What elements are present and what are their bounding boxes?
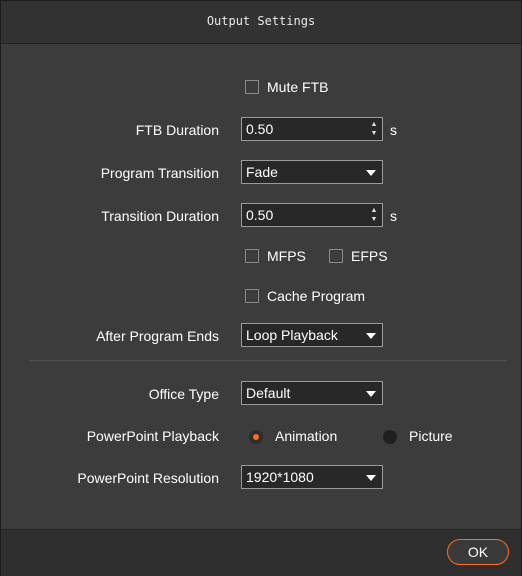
program-transition-label: Program Transition [100, 165, 219, 181]
cache-program-checkbox[interactable] [245, 289, 259, 303]
powerpoint-playback-label: PowerPoint Playback [86, 428, 219, 444]
mfps-label: MFPS [267, 248, 306, 264]
mute-ftb-label: Mute FTB [267, 79, 329, 95]
ftb-duration-spinbox[interactable]: 0.50 ▲ ▼ [241, 117, 383, 141]
chevron-down-icon [366, 391, 376, 397]
section-divider [29, 360, 507, 361]
ok-button[interactable]: OK [447, 539, 509, 565]
output-settings-dialog: Output Settings Mute FTB FTB Duration 0.… [0, 0, 522, 576]
office-type-label: Office Type [148, 386, 219, 402]
mute-ftb-checkbox[interactable] [245, 80, 259, 94]
transition-duration-spinbox[interactable]: 0.50 ▲ ▼ [241, 203, 383, 227]
title-bar[interactable]: Output Settings [1, 1, 521, 44]
powerpoint-resolution-value: 1920*1080 [246, 469, 314, 485]
efps-checkbox[interactable] [329, 249, 343, 263]
dialog-footer [1, 529, 521, 576]
efps-label: EFPS [351, 248, 388, 264]
animation-radio-label: Animation [275, 428, 338, 444]
transition-duration-unit: s [390, 208, 397, 224]
program-transition-dropdown[interactable]: Fade [241, 160, 383, 184]
transition-duration-label: Transition Duration [101, 208, 219, 224]
after-program-ends-dropdown[interactable]: Loop Playback [241, 323, 383, 347]
office-type-value: Default [246, 385, 291, 401]
chevron-down-icon [366, 475, 376, 481]
picture-radio[interactable] [383, 430, 397, 444]
powerpoint-resolution-label: PowerPoint Resolution [77, 470, 219, 486]
after-program-ends-value: Loop Playback [246, 327, 338, 343]
transition-duration-value: 0.50 [246, 207, 274, 223]
spin-arrows-icon[interactable]: ▲ ▼ [369, 120, 379, 138]
animation-radio[interactable] [249, 430, 263, 444]
ftb-duration-unit: s [390, 122, 397, 138]
ftb-duration-label: FTB Duration [135, 122, 219, 138]
cache-program-label: Cache Program [267, 288, 366, 304]
chevron-down-icon [366, 170, 376, 176]
program-transition-value: Fade [246, 164, 278, 180]
spin-arrows-icon[interactable]: ▲ ▼ [369, 206, 379, 224]
office-type-dropdown[interactable]: Default [241, 381, 383, 405]
after-program-ends-label: After Program Ends [96, 328, 219, 344]
ftb-duration-value: 0.50 [246, 121, 274, 137]
powerpoint-resolution-dropdown[interactable]: 1920*1080 [241, 465, 383, 489]
dialog-title: Output Settings [206, 14, 316, 28]
chevron-down-icon [366, 333, 376, 339]
mfps-checkbox[interactable] [245, 249, 259, 263]
picture-radio-label: Picture [409, 428, 453, 444]
